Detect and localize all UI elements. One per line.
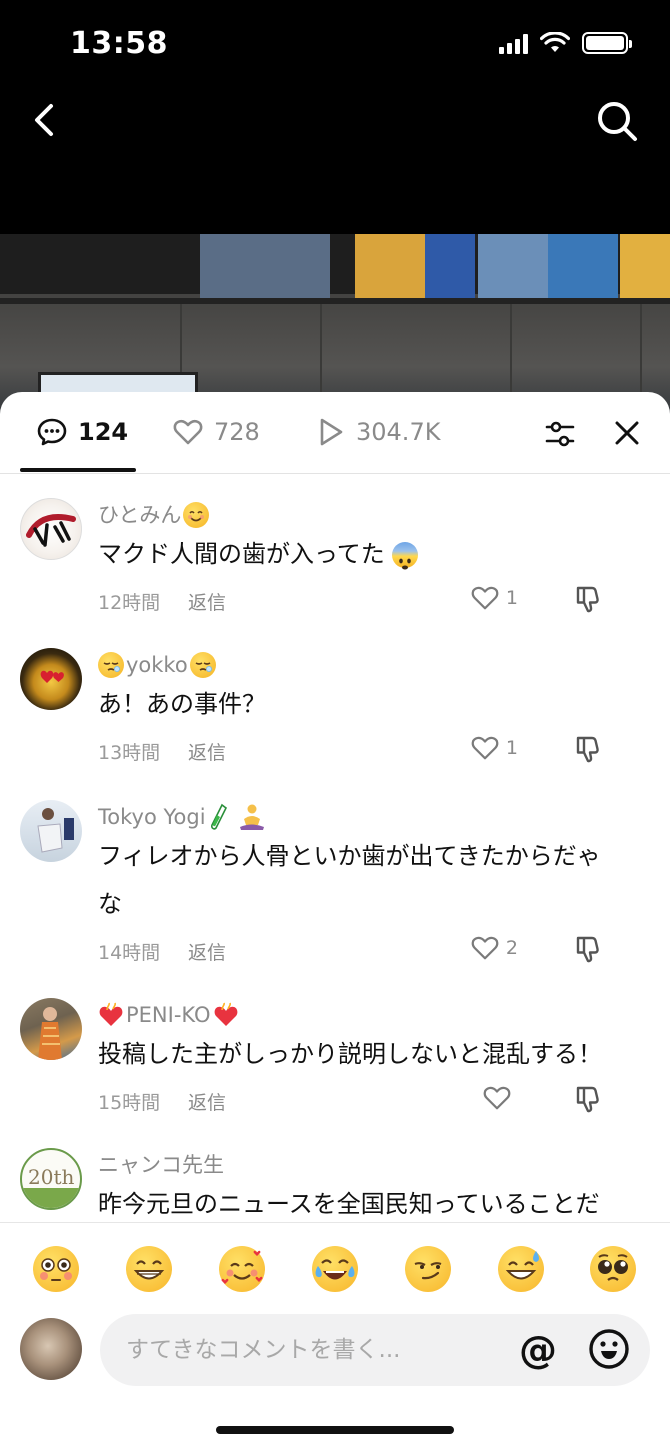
comment-author[interactable]: Tokyo Yogi xyxy=(98,802,206,832)
avatar[interactable] xyxy=(20,498,82,560)
tab-plays[interactable]: 304.7K xyxy=(314,416,440,448)
grinning-sweat-icon[interactable] xyxy=(497,1245,544,1292)
avatar[interactable] xyxy=(20,998,82,1060)
close-icon[interactable] xyxy=(612,418,642,448)
thumbs-down-icon[interactable] xyxy=(574,934,604,964)
reply-button[interactable]: 返信 xyxy=(188,588,226,615)
like-button[interactable]: 2 xyxy=(470,934,518,962)
comment-input-row: @ xyxy=(0,1314,670,1414)
emoji-quick-bar xyxy=(0,1222,670,1314)
search-icon xyxy=(598,102,637,141)
reply-button[interactable]: 返信 xyxy=(188,1088,226,1115)
heart-icon xyxy=(471,936,499,960)
heart-icon xyxy=(173,419,203,445)
tab-likes[interactable]: 728 xyxy=(172,416,260,448)
like-button[interactable]: 1 xyxy=(470,584,518,612)
heart-icon xyxy=(471,586,499,610)
comment-text: あ！あの事件？ xyxy=(98,690,266,718)
smiling-face-icon xyxy=(183,502,210,528)
avatar[interactable] xyxy=(20,800,82,862)
like-count: 2 xyxy=(505,937,518,959)
back-button[interactable] xyxy=(24,100,64,140)
comment-item: Tokyo Yogi フィレオから人骨といか歯が出てきたからだゃな 14時間 返… xyxy=(0,776,670,974)
pleading-face-icon[interactable] xyxy=(590,1245,637,1292)
comment-list[interactable]: ひとみん マクド人間の歯が入ってた 12時間 返信 1 yokko あ！あの事件… xyxy=(0,474,670,1222)
home-indicator xyxy=(216,1426,454,1434)
like-count: 1 xyxy=(505,587,518,609)
svg-text:20th: 20th xyxy=(28,1165,74,1189)
smiling-face-with-hearts-icon[interactable] xyxy=(219,1245,266,1292)
status-time: 13:58 xyxy=(70,26,168,61)
plays-count: 304.7K xyxy=(356,418,441,446)
thumbs-down-icon[interactable] xyxy=(574,734,604,764)
sheet-tabs: 124 728 304.7K xyxy=(0,392,670,474)
thumbs-down-icon[interactable] xyxy=(574,584,604,614)
thumbs-down-icon[interactable] xyxy=(574,1084,604,1114)
sleepy-face-icon xyxy=(189,652,216,678)
sleepy-face-icon xyxy=(98,652,124,678)
mention-button[interactable]: @ xyxy=(516,1328,560,1372)
avatar[interactable] xyxy=(20,648,82,710)
comment-author[interactable]: ひとみん xyxy=(98,500,181,530)
comment-item: yokko あ！あの事件？ 13時間 返信 1 xyxy=(0,624,670,776)
emoji-picker-icon[interactable] xyxy=(588,1328,630,1370)
test-tube-meditation-icon xyxy=(210,803,264,830)
filter-sliders-icon[interactable] xyxy=(544,418,576,450)
comment-author[interactable]: PENI-KO xyxy=(126,1000,211,1030)
play-icon xyxy=(320,418,343,446)
status-icons xyxy=(499,32,632,54)
anxious-face-icon xyxy=(392,542,419,570)
comment-icon xyxy=(37,418,67,446)
cellular-signal-icon xyxy=(499,32,528,54)
grinning-face-icon[interactable] xyxy=(126,1245,173,1292)
top-nav xyxy=(0,88,670,234)
heart-icon xyxy=(483,1086,511,1110)
comment-input-box[interactable]: @ xyxy=(100,1314,650,1386)
battery-icon xyxy=(582,32,632,54)
heart-on-fire-icon xyxy=(214,1002,237,1026)
active-tab-indicator xyxy=(20,468,136,472)
heart-icon xyxy=(471,736,499,760)
comment-timestamp: 14時間 xyxy=(98,941,161,964)
chevron-left-icon xyxy=(35,104,53,136)
search-button[interactable] xyxy=(594,98,640,144)
comments-count: 124 xyxy=(78,418,129,446)
heart-on-fire-icon xyxy=(99,1002,123,1026)
flushed-face-icon[interactable] xyxy=(33,1245,80,1292)
likes-count: 728 xyxy=(214,418,260,446)
reply-button[interactable]: 返信 xyxy=(188,738,226,765)
comment-timestamp: 15時間 xyxy=(98,1091,161,1114)
avatar[interactable] xyxy=(20,1318,82,1380)
comments-sheet: 124 728 304.7K ひとみん マクド人間の歯が入ってた 12時間 返信… xyxy=(0,392,670,1448)
wifi-icon xyxy=(540,32,570,52)
reply-button[interactable]: 返信 xyxy=(188,938,226,965)
like-button[interactable]: 1 xyxy=(470,734,518,762)
status-bar: 13:58 xyxy=(0,0,670,88)
comment-text: 投稿した主がしっかり説明しないと混乱する！ xyxy=(98,1040,602,1068)
comment-text: マクド人間の歯が入ってた xyxy=(98,540,385,568)
comment-text: 昨今元旦のニュースを全国民知っていることだ xyxy=(98,1190,600,1218)
like-count: 1 xyxy=(505,737,518,759)
comment-text: フィレオから人骨といか歯が出てきたからだゃな xyxy=(98,842,601,918)
tears-of-joy-icon[interactable] xyxy=(311,1245,358,1292)
comment-item: 20th ニャンコ先生 昨今元旦のニュースを全国民知っていることだ xyxy=(0,1124,670,1222)
smirking-face-icon[interactable] xyxy=(404,1245,451,1292)
comment-timestamp: 12時間 xyxy=(98,591,161,614)
comment-timestamp: 13時間 xyxy=(98,741,161,764)
comment-item: PENI-KO 投稿した主がしっかり説明しないと混乱する！ 15時間 返信 xyxy=(0,974,670,1124)
comment-input[interactable] xyxy=(126,1314,506,1386)
comment-author[interactable]: yokko xyxy=(126,650,188,680)
comment-item: ひとみん マクド人間の歯が入ってた 12時間 返信 1 xyxy=(0,474,670,624)
tab-comments[interactable]: 124 xyxy=(36,416,128,448)
avatar[interactable]: 20th xyxy=(20,1148,82,1210)
comment-author[interactable]: ニャンコ先生 xyxy=(98,1150,224,1180)
like-button[interactable] xyxy=(482,1084,518,1112)
